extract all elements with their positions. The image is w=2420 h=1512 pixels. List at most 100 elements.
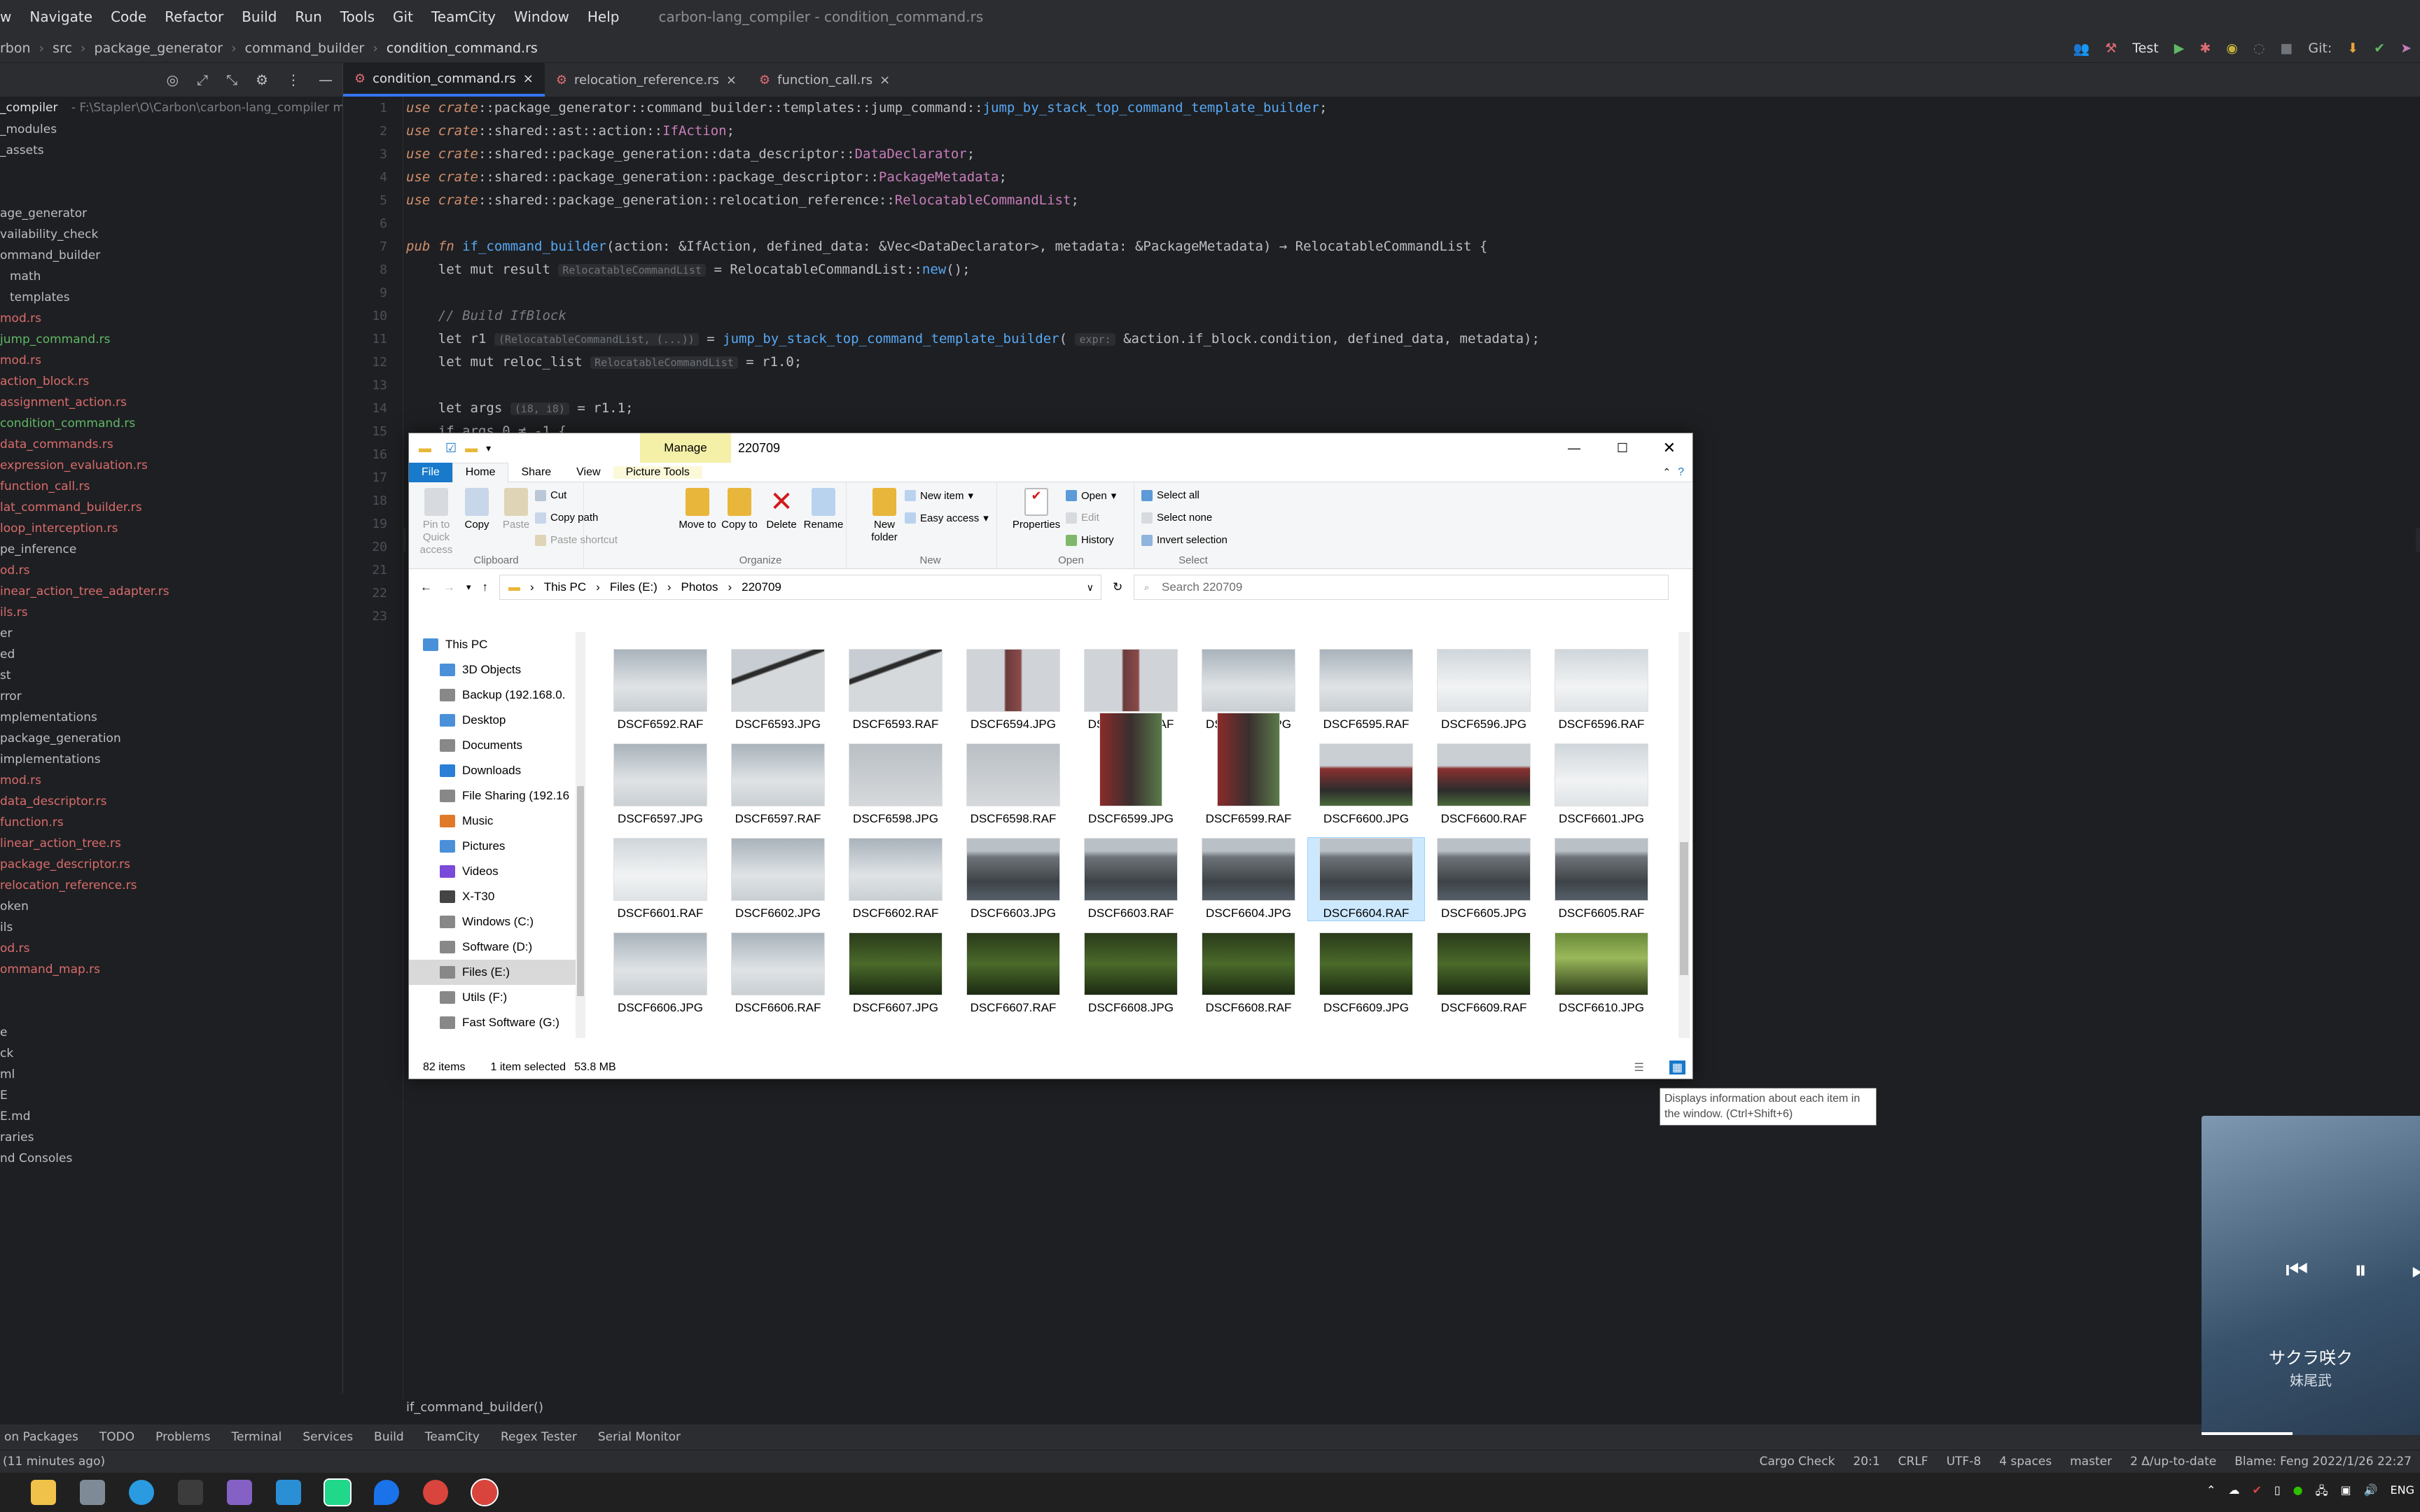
vscode-icon[interactable] [276,1480,301,1505]
maps-icon[interactable] [374,1480,399,1505]
tree-item[interactable]: package_generation [0,728,342,749]
file-item[interactable]: DSCF6603.JPG [955,838,1071,920]
file-item[interactable]: DSCF6602.RAF [837,838,954,920]
tab-view[interactable]: View [564,466,613,479]
file-item[interactable]: DSCF6600.JPG [1308,743,1424,826]
customize-icon[interactable]: ▾ [486,442,491,454]
menu-code[interactable]: Code [111,8,146,25]
tree-item[interactable]: function_call.rs [0,476,342,497]
tree-item[interactable]: ils [0,917,342,938]
gear-icon[interactable]: ⚙ [256,71,268,88]
search-input[interactable]: ⌕ Search 220709 [1134,575,1669,600]
nav-scroll-thumb[interactable] [577,786,584,996]
onedrive-icon[interactable]: ☁ [2228,1483,2239,1502]
file-item[interactable]: DSCF6599.JPG [1073,713,1189,826]
tree-item[interactable] [0,182,342,203]
file-item[interactable]: DSCF6604.RAF [1307,837,1425,921]
file-item[interactable]: DSCF6595.RAF [1308,649,1424,732]
tree-item[interactable]: e [0,1022,342,1043]
file-item[interactable]: DSCF6600.RAF [1426,743,1542,826]
status-position[interactable]: 20:1 [1853,1455,1879,1469]
nav-item[interactable]: Pictures [409,834,576,859]
nav-item[interactable]: Videos [409,859,576,884]
next-track-icon[interactable]: ⏭ [2412,1256,2420,1285]
file-item[interactable]: DSCF6602.JPG [720,838,836,920]
file-item[interactable]: DSCF6593.RAF [837,649,954,732]
antivirus-icon[interactable]: ✔ [2252,1483,2261,1502]
tree-item[interactable]: rror [0,686,342,707]
nav-item[interactable]: Fast Software (G:) [409,1010,576,1035]
file-item[interactable]: DSCF6607.RAF [955,932,1071,1015]
tool-teamcity[interactable]: TeamCity [425,1430,480,1444]
close-button[interactable]: ✕ [1663,439,1676,457]
nav-scrollbar[interactable] [576,632,585,1038]
properties-quick-icon[interactable]: ☑ [445,441,457,456]
path-current[interactable]: 220709 [742,580,781,594]
profile-icon[interactable]: ◌ [2253,41,2265,56]
git-update-icon[interactable]: ⬇ [2347,41,2358,56]
file-item[interactable]: DSCF6601.JPG [1543,743,1660,826]
file-item[interactable]: DSCF6604.JPG [1190,838,1307,920]
file-item[interactable]: DSCF6593.JPG [720,649,836,732]
tab-file[interactable]: File [409,462,452,482]
cut-button[interactable]: Cut [535,489,566,501]
tree-item[interactable]: data_descriptor.rs [0,791,342,812]
tree-item[interactable]: ils.rs [0,602,342,623]
tab-home[interactable]: Home [452,462,509,482]
tool-packages[interactable]: on Packages [4,1430,78,1444]
file-item[interactable]: DSCF6605.JPG [1426,838,1542,920]
collapse-icon[interactable]: ⤡ [226,71,237,88]
file-item[interactable]: DSCF6609.JPG [1308,932,1424,1015]
tree-item[interactable]: lat_command_builder.rs [0,497,342,518]
menu-tools[interactable]: Tools [340,8,375,25]
move-to-button[interactable]: Move to [678,488,717,531]
status-blame[interactable]: Blame: Feng 2022/1/26 22:27 [2234,1455,2412,1469]
tree-item[interactable]: ck [0,1043,342,1064]
tray-chevron-icon[interactable]: ⌃ [2206,1483,2216,1502]
nav-item[interactable]: Downloads [409,758,576,783]
tree-item[interactable]: condition_command.rs [0,413,342,434]
status-line-sep[interactable]: CRLF [1898,1455,1928,1469]
visual-studio-icon[interactable] [227,1480,252,1505]
crumb-root[interactable]: rbon [0,41,31,56]
tree-item[interactable]: _assets [0,140,342,161]
history-button[interactable]: History [1066,534,1114,546]
file-item[interactable]: DSCF6597.JPG [602,743,718,826]
status-encoding[interactable]: UTF-8 [1947,1455,1982,1469]
app-tray-icon[interactable]: ▣ [2340,1483,2351,1502]
tab-relocation-reference[interactable]: ⚙ relocation_reference.rs × [545,63,748,97]
ribbon-collapse-icon[interactable]: ⌃ [1658,466,1675,478]
language-indicator[interactable]: ENG [2391,1483,2414,1502]
phone-icon[interactable]: ▯ [2274,1483,2281,1502]
new-item-button[interactable]: New item ▾ [905,489,973,502]
tree-item[interactable]: _modules [0,119,342,140]
tree-item[interactable]: jump_command.rs [0,329,342,350]
menu-refactor[interactable]: Refactor [165,8,223,25]
file-item[interactable]: DSCF6594.JPG [955,649,1071,732]
help-icon[interactable]: ? [1675,466,1692,479]
run-config-select[interactable]: Test [2132,41,2158,56]
menu-help[interactable]: Help [587,8,620,25]
file-item[interactable]: DSCF6606.RAF [720,932,836,1015]
nav-item[interactable]: Backup (192.168.0. [409,682,576,708]
new-folder-quick-icon[interactable]: ▬ [465,441,478,456]
tool-problems[interactable]: Problems [155,1430,210,1444]
tree-item[interactable]: inear_action_tree_adapter.rs [0,581,342,602]
tree-item[interactable]: templates [0,287,342,308]
file-item[interactable]: DSCF6608.JPG [1073,932,1189,1015]
tree-item[interactable]: mod.rs [0,308,342,329]
nav-item[interactable]: This PC [409,632,576,657]
edge-icon[interactable] [129,1480,154,1505]
git-commit-icon[interactable]: ✔ [2374,41,2385,56]
tree-item[interactable]: ed [0,644,342,665]
crumb-file[interactable]: condition_command.rs [387,41,538,56]
status-cargo-check[interactable]: Cargo Check [1760,1455,1835,1469]
file-item[interactable]: DSCF6596.RAF [1543,649,1660,732]
status-branch[interactable]: master [2070,1455,2112,1469]
recent-chevron-icon[interactable]: ▾ [466,582,471,593]
nav-item[interactable]: Desktop [409,708,576,733]
git-push-icon[interactable]: ➤ [2400,41,2412,56]
nav-item[interactable]: Files (E:) [409,960,576,985]
tree-item[interactable]: E [0,1085,342,1106]
tree-item[interactable]: mplementations [0,707,342,728]
